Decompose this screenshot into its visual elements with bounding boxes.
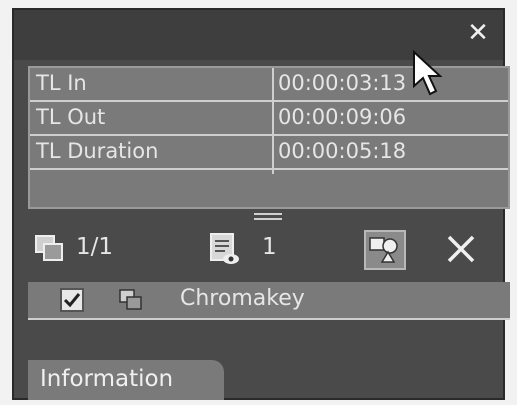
- effect-enabled-checkbox[interactable]: [60, 288, 84, 312]
- tl-out-label: TL Out: [36, 105, 106, 129]
- tl-in-value: 00:00:03:13: [278, 71, 407, 95]
- mouse-cursor-icon: [413, 50, 443, 96]
- tab-information[interactable]: Information: [28, 360, 224, 400]
- tl-duration-value: 00:00:05:18: [278, 139, 407, 163]
- tl-duration-label: TL Duration: [36, 139, 159, 163]
- effect-name: Chromakey: [180, 286, 305, 311]
- table-row-tl-duration: TL Duration 00:00:05:18: [30, 136, 508, 170]
- windows-icon[interactable]: [34, 234, 64, 264]
- table-row-tl-out: TL Out 00:00:09:06: [30, 102, 508, 136]
- effect-icon: [369, 237, 398, 263]
- document-view-icon[interactable]: [209, 232, 241, 266]
- clip-count: 1/1: [76, 234, 114, 260]
- layers-icon: [119, 289, 142, 310]
- tab-information-label: Information: [40, 366, 174, 392]
- effect-button[interactable]: [364, 230, 406, 270]
- effect-list-item[interactable]: Chromakey: [28, 282, 510, 320]
- document-count: 1: [262, 234, 277, 260]
- information-panel: ✕ TL In 00:00:03:13 TL Out 00:00:09:06 T…: [12, 8, 510, 400]
- close-icon[interactable]: ✕: [465, 20, 491, 46]
- effects-toolbar: 1/1 1: [14, 224, 503, 276]
- splitter-handle[interactable]: [254, 213, 282, 221]
- tl-in-label: TL In: [36, 71, 87, 95]
- checkmark-icon: [63, 293, 81, 308]
- tl-out-value: 00:00:09:06: [278, 105, 407, 129]
- delete-icon[interactable]: [444, 232, 478, 266]
